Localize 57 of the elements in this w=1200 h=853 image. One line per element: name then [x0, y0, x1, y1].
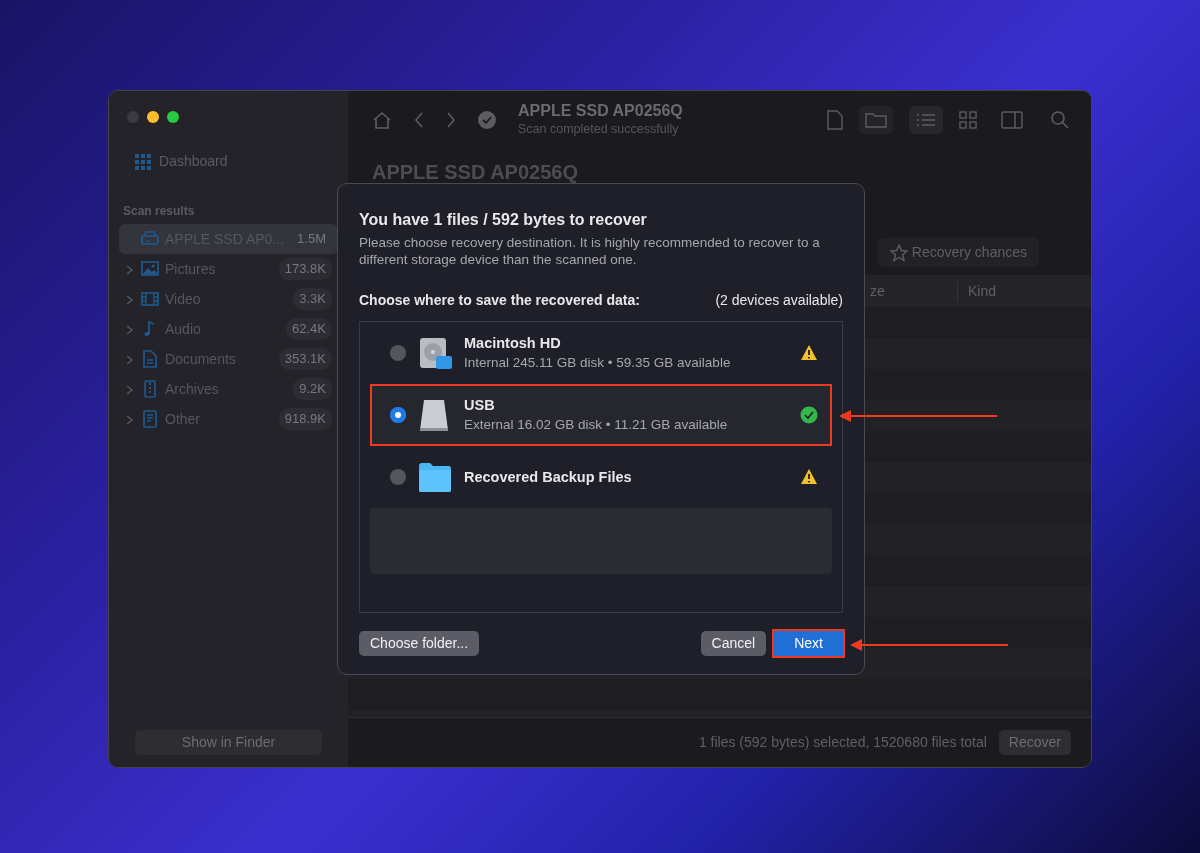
destination-row[interactable]: USB External 16.02 GB disk • 11.21 GB available: [370, 384, 832, 446]
grid-view-icon[interactable]: [959, 111, 977, 129]
radio-button[interactable]: [390, 469, 406, 485]
destination-row[interactable]: Recovered Backup Files: [370, 446, 832, 508]
document-icon: [141, 350, 159, 368]
column-header[interactable]: ze: [870, 280, 958, 302]
item-count: 353.1K: [278, 348, 332, 370]
picture-icon: [141, 260, 159, 278]
back-icon[interactable]: [414, 112, 424, 128]
list-view-icon[interactable]: [909, 106, 943, 134]
cancel-button[interactable]: Cancel: [700, 631, 767, 656]
item-count: 3.3K: [293, 288, 332, 310]
window-title: APPLE SSD AP0256Q: [518, 102, 683, 120]
check-icon: [478, 111, 496, 129]
status-text: 1 files (592 bytes) selected, 1520680 files total: [698, 733, 987, 752]
dialog-title: You have 1 files / 592 bytes to recover: [359, 210, 648, 230]
devices-count: (2 devices available): [715, 291, 843, 310]
item-count: 62.4K: [286, 318, 332, 340]
minimize-window-button[interactable]: [147, 111, 159, 123]
item-count: 1.5M: [296, 230, 327, 249]
destination-name: USB: [464, 396, 496, 415]
destination-name: Recovered Backup Files: [464, 467, 632, 487]
forward-icon[interactable]: [446, 112, 456, 128]
grid-icon: [135, 153, 151, 170]
hard-drive-icon: [418, 336, 452, 370]
destination-details: External 16.02 GB disk • 11.21 GB available: [464, 416, 728, 434]
item-count: 918.9K: [278, 408, 332, 430]
column-header[interactable]: Kind: [958, 280, 997, 302]
search-icon[interactable]: [1051, 111, 1069, 129]
item-count: 9.2K: [293, 378, 332, 400]
destination-details: Internal 245.11 GB disk • 59.35 GB available: [464, 354, 731, 372]
home-icon[interactable]: [372, 111, 392, 129]
show-in-finder-button[interactable]: Show in Finder: [135, 730, 322, 755]
sidebar-panel-icon[interactable]: [1001, 111, 1023, 129]
radio-button[interactable]: [390, 407, 406, 423]
destination-name: Macintosh HD: [464, 334, 562, 353]
dialog-description: Please choose recovery destination. It is highly recommended to recover to a different storage device than the scanned one.: [359, 234, 821, 268]
choose-folder-button[interactable]: Choose folder...: [359, 631, 480, 656]
choose-label: Choose where to save the recovered data:: [359, 291, 640, 310]
folder-icon: [418, 460, 452, 494]
zipper-icon: [141, 380, 159, 398]
item-count: 173.8K: [278, 258, 332, 280]
radio-button[interactable]: [390, 345, 406, 361]
folder-icon[interactable]: [859, 106, 893, 134]
page-icon: [141, 410, 159, 428]
section-title: Scan results: [122, 203, 196, 220]
zoom-window-button[interactable]: [167, 111, 179, 123]
file-icon[interactable]: [827, 110, 843, 130]
dashboard-link[interactable]: Dashboard: [159, 151, 228, 172]
next-button[interactable]: Next: [774, 631, 843, 656]
destination-row[interactable]: Macintosh HD Internal 245.11 GB disk • 59.35 GB available: [370, 322, 832, 384]
recovery-chances-button[interactable]: Recovery chances: [877, 238, 1039, 267]
drive-icon: [141, 230, 159, 248]
recover-button[interactable]: Recover: [998, 730, 1071, 755]
window-subtitle: Scan completed successfully: [518, 121, 680, 138]
film-icon: [141, 290, 159, 308]
star-icon: [889, 243, 908, 262]
